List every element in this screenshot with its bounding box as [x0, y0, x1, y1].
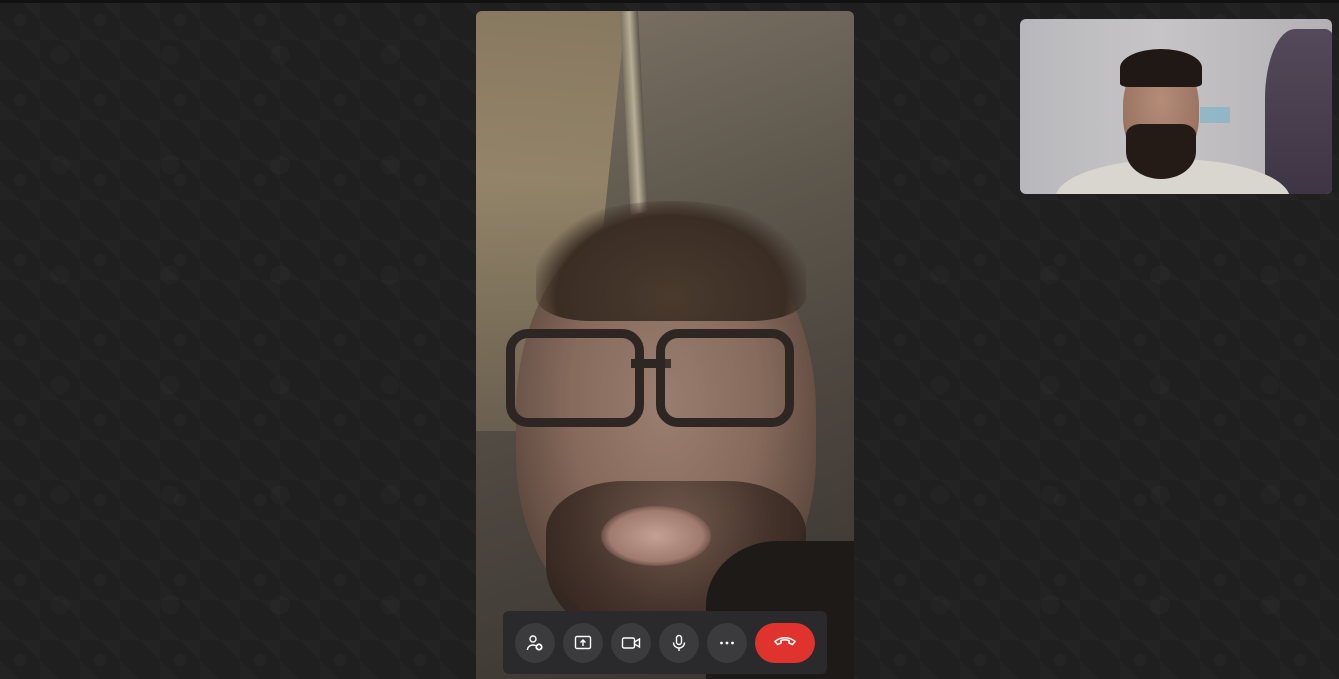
video-camera-icon — [621, 634, 641, 652]
microphone-icon — [670, 634, 688, 652]
add-person-icon — [526, 634, 544, 652]
call-controls-bar — [503, 611, 827, 674]
video-call-window — [0, 0, 1339, 679]
glasses-left-lens — [506, 329, 644, 427]
window-top-border — [0, 0, 1339, 3]
remote-participant-hair — [536, 201, 806, 321]
end-call-button[interactable] — [755, 622, 815, 663]
self-preview-beard — [1126, 124, 1196, 179]
camera-toggle-button[interactable] — [611, 622, 651, 663]
hang-up-icon — [773, 633, 797, 652]
more-options-button[interactable] — [707, 622, 747, 663]
glasses-right-lens — [656, 329, 794, 427]
add-participant-button[interactable] — [515, 622, 555, 663]
self-preview-wall-poster — [1200, 107, 1230, 123]
remote-participant-video — [476, 11, 854, 679]
microphone-toggle-button[interactable] — [659, 622, 699, 663]
remote-participant-glasses — [496, 321, 806, 427]
share-screen-button[interactable] — [563, 622, 603, 663]
self-preview-hanging-coat — [1265, 29, 1332, 194]
remote-participant-mouth — [601, 506, 711, 566]
more-options-icon — [718, 634, 736, 652]
share-screen-icon — [574, 634, 592, 652]
self-preview-hair — [1120, 49, 1202, 87]
local-self-preview[interactable] — [1020, 19, 1332, 194]
